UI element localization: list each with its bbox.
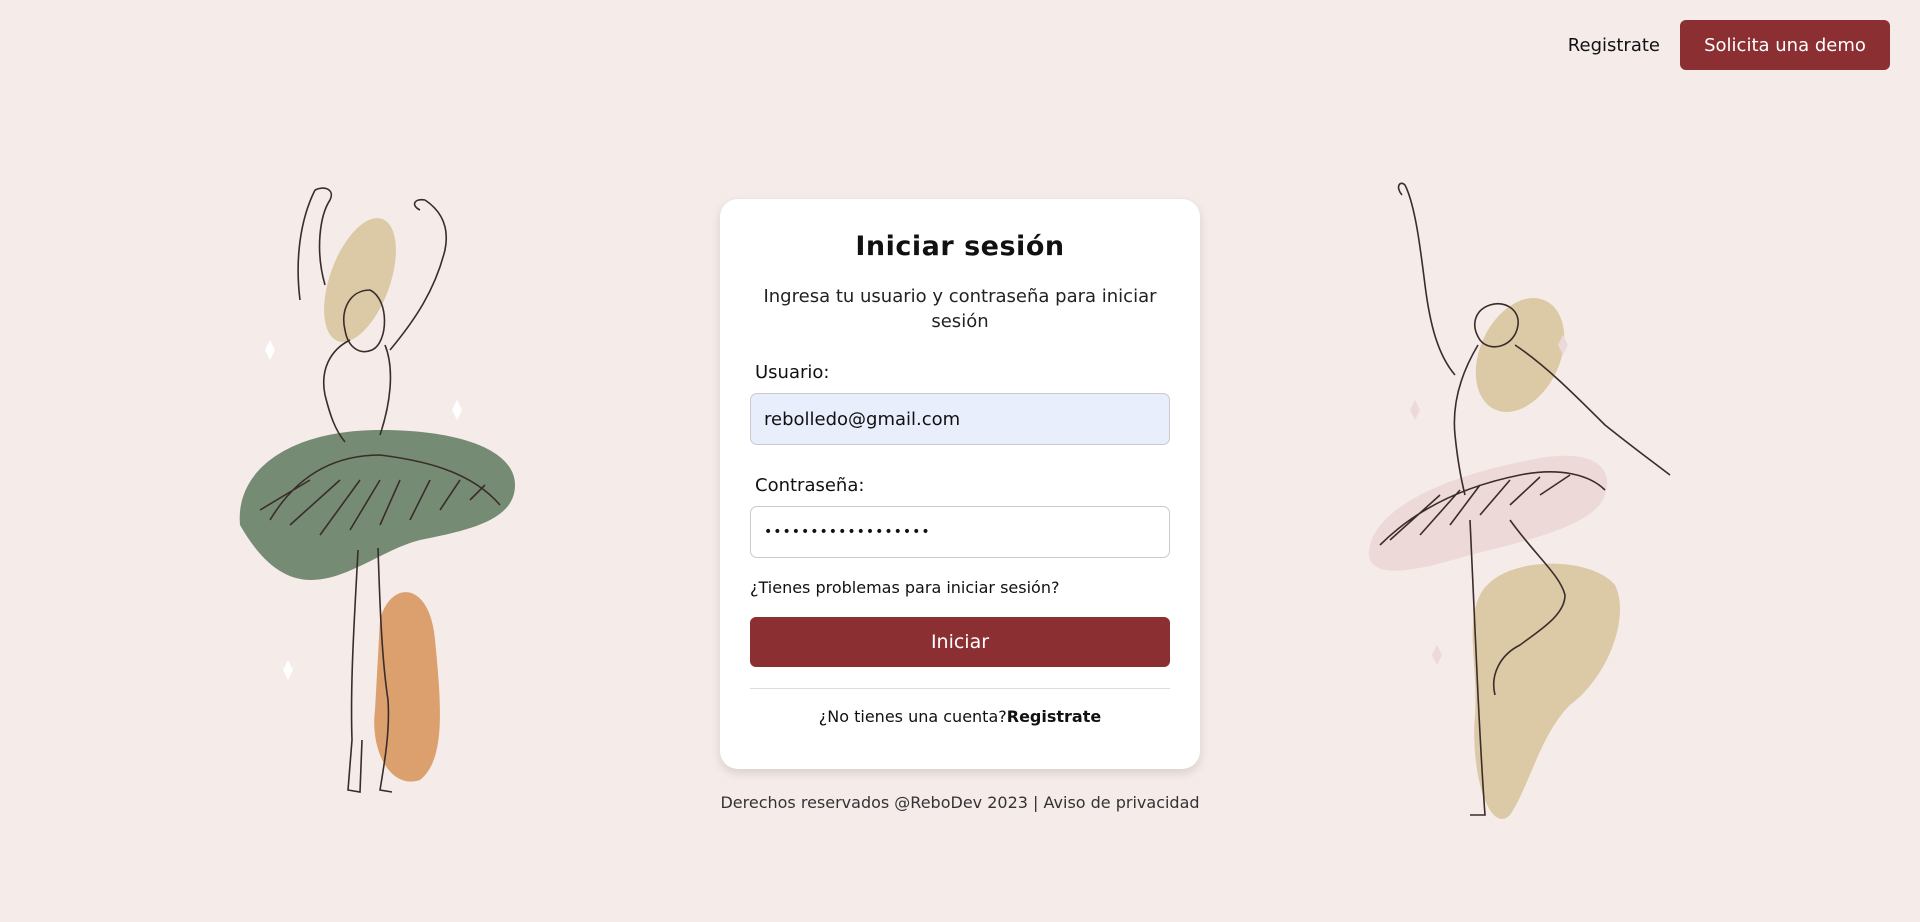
login-submit-button[interactable]: Iniciar bbox=[750, 617, 1170, 667]
login-card: Iniciar sesión Ingresa tu usuario y cont… bbox=[720, 199, 1200, 769]
login-problems-link[interactable]: ¿Tienes problemas para iniciar sesión? bbox=[750, 578, 1170, 597]
sparkle-left-1 bbox=[265, 340, 275, 360]
pink-tutu-blob bbox=[1368, 455, 1608, 571]
beige-blob-left bbox=[324, 218, 396, 342]
top-nav: Registrate Solicita una demo bbox=[1568, 20, 1890, 70]
footer: Derechos reservados @ReboDev 2023 | Avis… bbox=[720, 793, 1200, 812]
user-input[interactable]: rebolledo@gmail.com bbox=[750, 393, 1170, 445]
card-divider bbox=[750, 688, 1170, 689]
register-top-link[interactable]: Registrate bbox=[1568, 35, 1660, 56]
request-demo-button[interactable]: Solicita una demo bbox=[1680, 20, 1890, 70]
sparkle-left-2 bbox=[452, 400, 462, 420]
footer-rights: Derechos reservados @ReboDev 2023 bbox=[720, 793, 1028, 812]
ballerina-right-illustration bbox=[1368, 182, 1671, 819]
privacy-link[interactable]: Aviso de privacidad bbox=[1044, 793, 1200, 812]
beige-blob-right-top bbox=[1475, 298, 1565, 412]
password-input[interactable]: •••••••••••••••••• bbox=[750, 506, 1170, 558]
password-label: Contraseña: bbox=[755, 475, 865, 496]
no-account-line: ¿No tienes una cuenta?Registrate bbox=[750, 707, 1170, 726]
sparkle-right-2 bbox=[1410, 400, 1420, 420]
footer-separator: | bbox=[1033, 793, 1039, 812]
sparkle-right-3 bbox=[1432, 645, 1442, 665]
user-label: Usuario: bbox=[755, 362, 830, 383]
login-subtitle: Ingresa tu usuario y contraseña para ini… bbox=[763, 286, 1157, 332]
login-title: Iniciar sesión bbox=[855, 231, 1065, 262]
orange-blob bbox=[374, 592, 440, 782]
ballerina-left-illustration bbox=[239, 187, 515, 793]
no-account-text: ¿No tienes una cuenta? bbox=[818, 707, 1007, 726]
sparkle-left-3 bbox=[283, 660, 293, 680]
register-card-link[interactable]: Registrate bbox=[1007, 707, 1101, 726]
